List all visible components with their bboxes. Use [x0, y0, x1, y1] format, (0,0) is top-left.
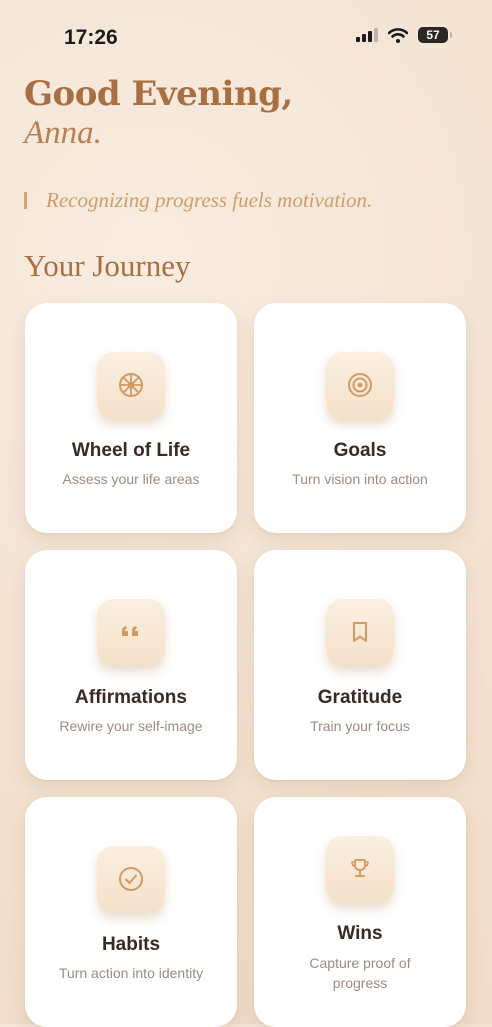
- trophy-icon: [351, 859, 369, 877]
- card-habits[interactable]: Habits Turn action into identity: [25, 797, 237, 1027]
- target-icon: [348, 373, 372, 397]
- wheel-icon: [119, 373, 143, 397]
- card-title: Wheel of Life: [71, 440, 191, 461]
- status-time: 17:26: [64, 26, 118, 49]
- card-subtitle: Capture proof of progress: [309, 955, 411, 991]
- check-circle-icon-tile: [97, 845, 165, 913]
- greeting-title: Good Evening,: [24, 74, 293, 114]
- status-bar: 17:26 57: [0, 0, 492, 70]
- quote-icon: [122, 626, 138, 636]
- card-wheel-of-life[interactable]: Wheel of Life Assess your life areas: [25, 303, 237, 533]
- card-title: Habits: [101, 934, 161, 955]
- target-icon-tile: [326, 351, 394, 419]
- card-title: Affirmations: [75, 687, 187, 708]
- user-name: Anna.: [24, 115, 102, 151]
- bookmark-icon-tile: [326, 598, 394, 666]
- cellular-signal-icon: [356, 28, 378, 42]
- card-affirmations[interactable]: Affirmations Rewire your self-image: [25, 550, 237, 780]
- card-subtitle: Turn vision into action: [292, 471, 428, 487]
- check-circle-icon: [119, 867, 143, 891]
- card-title: Goals: [333, 440, 387, 461]
- card-gratitude[interactable]: Gratitude Train your focus: [254, 550, 466, 780]
- section-title: Your Journey: [24, 248, 191, 283]
- card-goals[interactable]: Goals Turn vision into action: [254, 303, 466, 533]
- battery-icon: 57: [418, 27, 452, 43]
- trophy-icon-tile: [326, 835, 394, 903]
- bookmark-icon: [353, 622, 367, 642]
- wheel-icon-tile: [97, 351, 165, 419]
- card-title: Gratitude: [317, 687, 403, 708]
- quote-accent-bar: [24, 192, 27, 209]
- quote-icon-tile: [97, 598, 165, 666]
- card-subtitle: Turn action into identity: [58, 965, 204, 981]
- wifi-icon: [388, 27, 408, 43]
- status-icons: 57: [356, 27, 452, 43]
- card-title: Wins: [337, 923, 383, 944]
- card-subtitle: Assess your life areas: [62, 471, 200, 487]
- motivation-quote: Recognizing progress fuels motivation.: [46, 188, 373, 212]
- card-subtitle: Rewire your self-image: [59, 718, 203, 734]
- card-subtitle: Train your focus: [310, 718, 410, 734]
- card-wins[interactable]: Wins Capture proof of progress: [254, 797, 466, 1027]
